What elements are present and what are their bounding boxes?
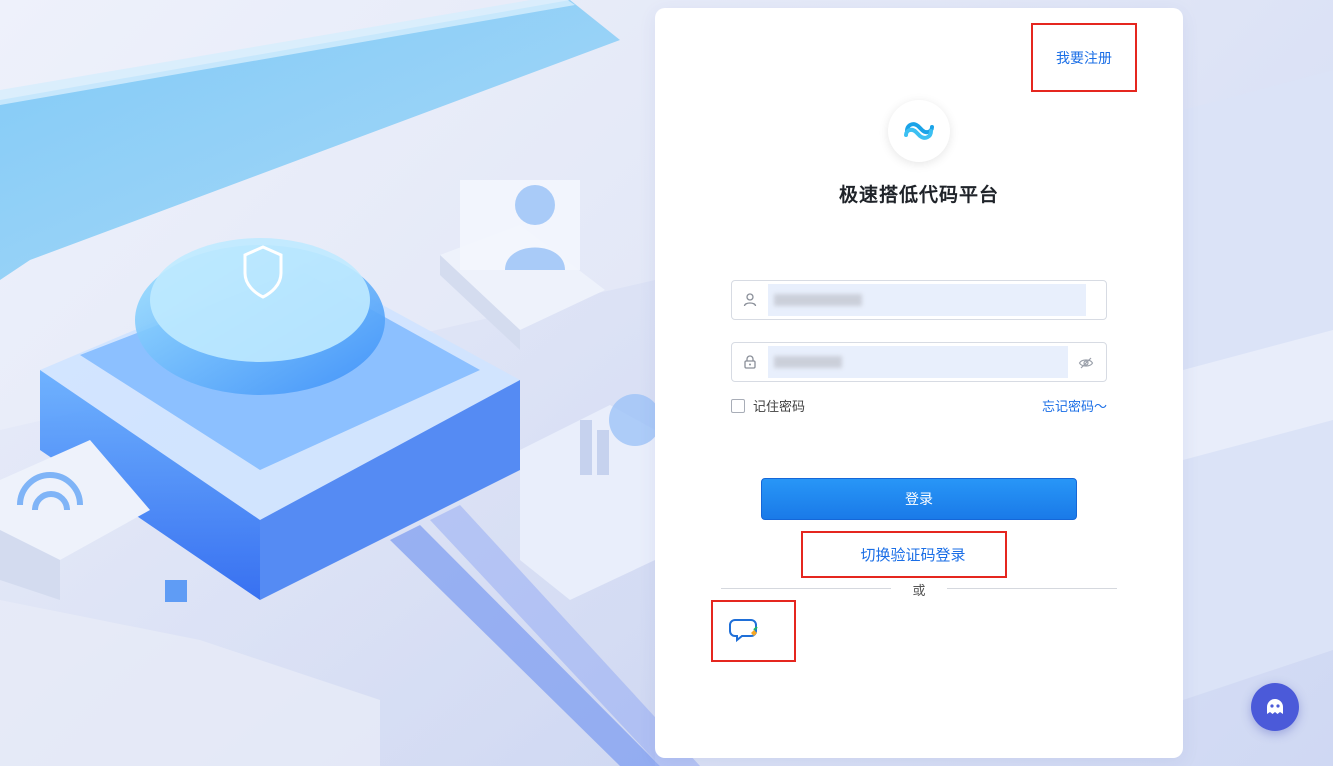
alt-login-highlight (711, 600, 796, 662)
remember-checkbox[interactable] (731, 398, 745, 413)
remember-label: 记住密码 (753, 400, 806, 415)
password-input[interactable] (768, 346, 1068, 378)
user-icon (743, 293, 757, 307)
login-card: 我要注册 极速搭低代码平台 记住密码 忘记密码～ 登录 切换验证码登录 或 (655, 8, 1183, 758)
register-highlight: 我要注册 (1031, 23, 1137, 92)
chat-bubble-icon[interactable] (729, 616, 761, 644)
app-title: 极速搭低代码平台 (838, 184, 999, 206)
forgot-password-link[interactable]: 忘记密码～ (1042, 396, 1107, 415)
or-label: 或 (912, 584, 926, 599)
lock-icon (744, 355, 756, 369)
bot-icon (1267, 699, 1283, 714)
password-field[interactable] (731, 342, 1107, 382)
app-logo (888, 100, 950, 162)
username-field[interactable] (731, 280, 1107, 320)
switch-to-code-login-link[interactable]: 切换验证码登录 (842, 544, 965, 565)
switch-login-highlight: 切换验证码登录 (801, 531, 1007, 578)
or-divider: 或 (721, 578, 1117, 599)
remember-password[interactable]: 记住密码 (731, 396, 805, 415)
login-button[interactable]: 登录 (761, 478, 1077, 520)
eye-hidden-icon[interactable] (1078, 355, 1094, 371)
assistant-float-button[interactable] (1251, 683, 1299, 731)
username-input[interactable] (768, 284, 1086, 316)
register-link[interactable]: 我要注册 (1056, 48, 1112, 68)
divider-line-right (947, 588, 1117, 589)
infinity-link-logo-icon (904, 122, 934, 140)
